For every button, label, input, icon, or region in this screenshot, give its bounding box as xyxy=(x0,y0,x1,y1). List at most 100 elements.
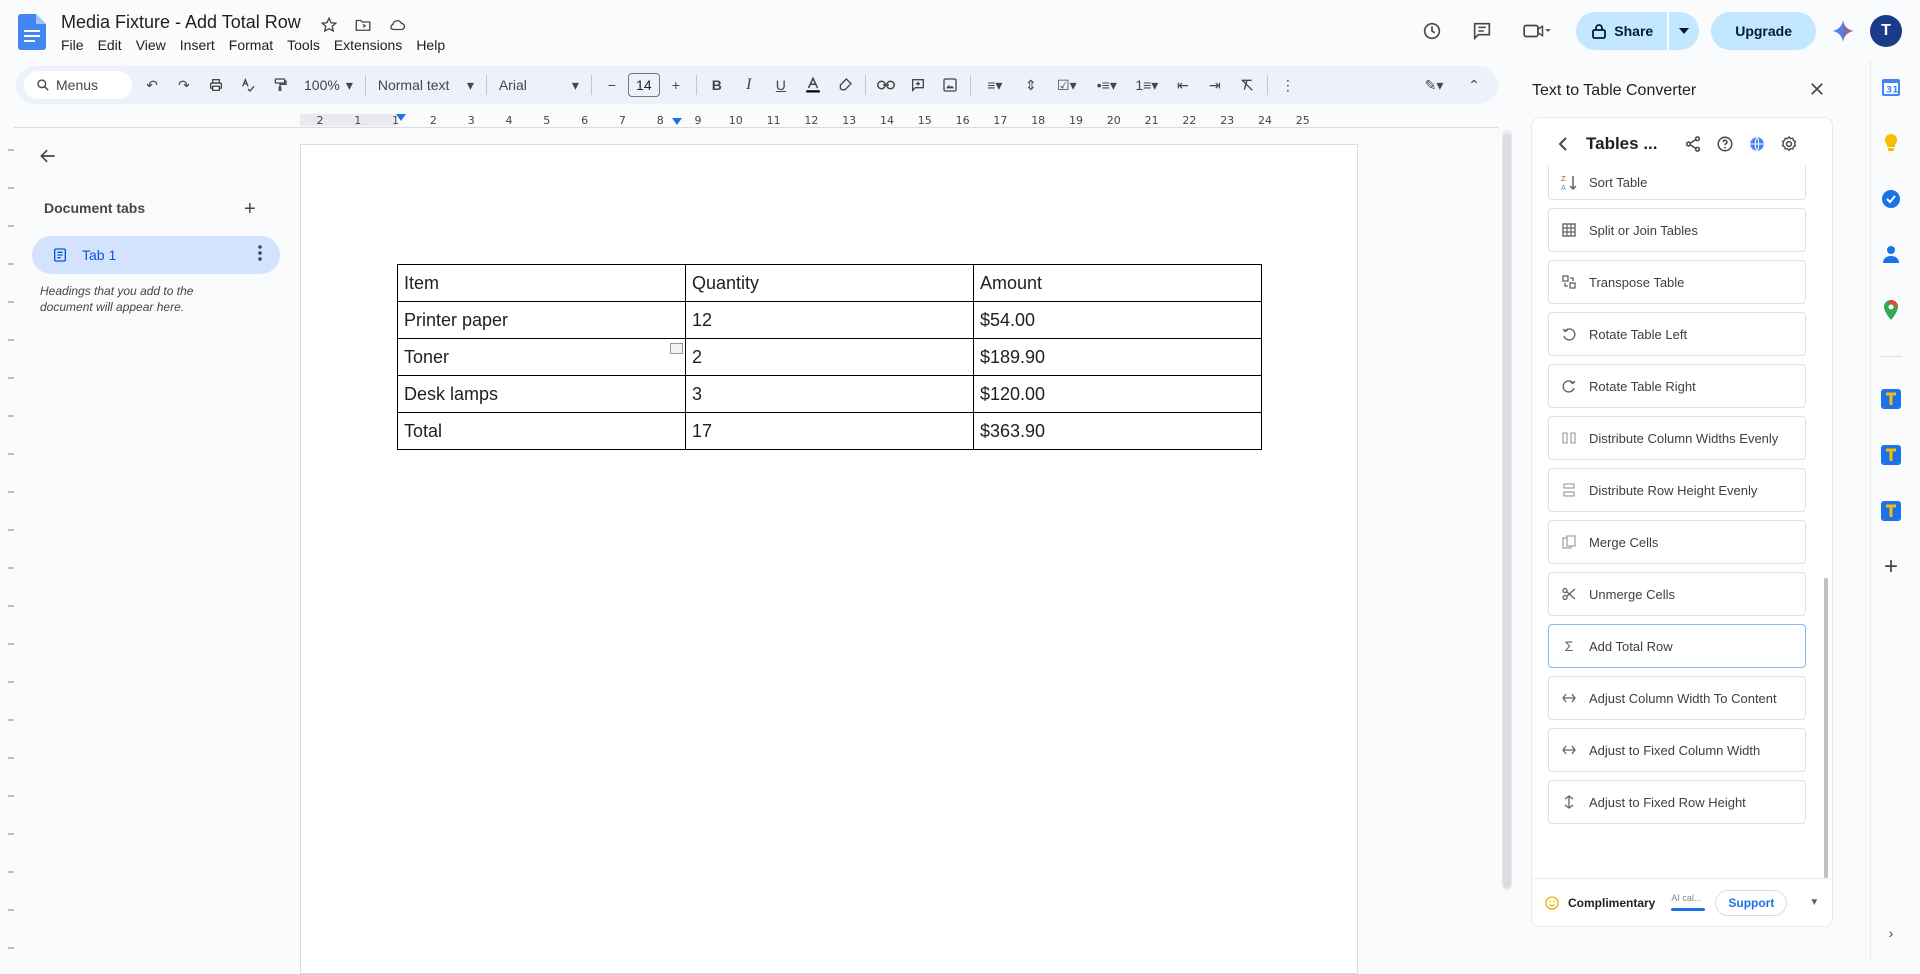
menu-tools[interactable]: Tools xyxy=(280,37,327,53)
document-table[interactable]: Item Quantity Amount Printer paper 12 $5… xyxy=(397,264,1262,450)
menu-file[interactable]: File xyxy=(54,37,91,53)
split-join-tables-button[interactable]: Split or Join Tables xyxy=(1548,208,1806,252)
add-comment-icon[interactable] xyxy=(902,71,934,99)
back-arrow-icon[interactable] xyxy=(38,146,58,166)
table-cell[interactable]: $54.00 xyxy=(973,301,1262,339)
close-icon[interactable] xyxy=(1808,80,1826,98)
clear-formatting-icon[interactable] xyxy=(1231,71,1263,99)
redo-icon[interactable]: ↷ xyxy=(168,71,200,99)
bulleted-list-icon[interactable]: •≡▾ xyxy=(1087,71,1127,99)
move-folder-icon[interactable] xyxy=(352,14,374,36)
menu-extensions[interactable]: Extensions xyxy=(327,37,409,53)
rotate-table-right-button[interactable]: Rotate Table Right xyxy=(1548,364,1806,408)
cell-dropdown-icon[interactable] xyxy=(670,343,683,354)
add-total-row-button[interactable]: Σ Add Total Row xyxy=(1548,624,1806,668)
share-icon[interactable] xyxy=(1684,135,1702,153)
chevron-left-icon[interactable] xyxy=(1558,137,1568,151)
merge-cells-button[interactable]: Merge Cells xyxy=(1548,520,1806,564)
share-dropdown-button[interactable] xyxy=(1669,12,1700,50)
insert-image-icon[interactable] xyxy=(934,71,966,99)
support-button[interactable]: Support xyxy=(1715,889,1788,916)
editing-mode-icon[interactable]: ✎▾ xyxy=(1410,71,1458,99)
increase-font-size-icon[interactable]: + xyxy=(660,71,692,99)
unmerge-cells-button[interactable]: Unmerge Cells xyxy=(1548,572,1806,616)
align-icon[interactable]: ≡▾ xyxy=(975,71,1015,99)
tab-1[interactable]: Tab 1 xyxy=(32,236,280,274)
tables-addon-icon[interactable] xyxy=(1880,444,1902,466)
text-color-icon[interactable] xyxy=(797,71,829,99)
side-panel-scrollbar[interactable] xyxy=(1824,578,1828,878)
increase-indent-icon[interactable]: ⇥ xyxy=(1199,71,1231,99)
menu-format[interactable]: Format xyxy=(222,37,280,53)
calendar-icon[interactable]: 31 xyxy=(1880,76,1902,98)
checklist-icon[interactable]: ☑▾ xyxy=(1047,71,1087,99)
table-cell[interactable]: 12 xyxy=(685,301,974,339)
menu-insert[interactable]: Insert xyxy=(173,37,222,53)
comments-icon[interactable] xyxy=(1462,11,1502,51)
add-tab-icon[interactable]: + xyxy=(244,198,256,221)
docs-logo-icon[interactable] xyxy=(18,14,46,50)
gemini-icon[interactable] xyxy=(1830,18,1856,44)
tables-addon-icon[interactable] xyxy=(1880,500,1902,522)
table-cell[interactable]: Quantity xyxy=(685,264,974,302)
menus-search[interactable]: Menus xyxy=(24,71,132,99)
tab-options-icon[interactable] xyxy=(258,245,262,261)
sort-table-button[interactable]: ZA Sort Table xyxy=(1548,166,1806,200)
help-icon[interactable] xyxy=(1716,135,1734,153)
table-cell[interactable]: 3 xyxy=(685,375,974,413)
more-options-icon[interactable]: ⋮ xyxy=(1272,71,1304,99)
style-select[interactable]: Normal text ▾ xyxy=(370,71,482,99)
decrease-font-size-icon[interactable]: − xyxy=(596,71,628,99)
table-cell[interactable]: Desk lamps xyxy=(397,375,686,413)
document-scrollbar-thumb[interactable] xyxy=(1503,134,1511,888)
undo-icon[interactable]: ↶ xyxy=(136,71,168,99)
table-cell[interactable]: Total xyxy=(397,412,686,450)
footer-caret-down-icon[interactable]: ▼ xyxy=(1809,897,1819,908)
distribute-column-widths-button[interactable]: Distribute Column Widths Evenly xyxy=(1548,416,1806,460)
table-cell[interactable]: 17 xyxy=(685,412,974,450)
italic-icon[interactable]: I xyxy=(733,71,765,99)
share-button[interactable]: Share xyxy=(1576,12,1668,50)
adjust-fixed-column-width-button[interactable]: Adjust to Fixed Column Width xyxy=(1548,728,1806,772)
upgrade-button[interactable]: Upgrade xyxy=(1711,12,1816,50)
paint-format-icon[interactable] xyxy=(264,71,296,99)
table-cell[interactable]: Item xyxy=(397,264,686,302)
rotate-table-left-button[interactable]: Rotate Table Left xyxy=(1548,312,1806,356)
menu-view[interactable]: View xyxy=(129,37,173,53)
bold-icon[interactable]: B xyxy=(701,71,733,99)
line-spacing-icon[interactable]: ⇕ xyxy=(1015,71,1047,99)
table-cell[interactable]: $363.90 xyxy=(973,412,1262,450)
adjust-fixed-row-height-button[interactable]: Adjust to Fixed Row Height xyxy=(1548,780,1806,824)
keep-icon[interactable] xyxy=(1880,132,1902,154)
decrease-indent-icon[interactable]: ⇤ xyxy=(1167,71,1199,99)
expand-rail-icon[interactable]: › xyxy=(1880,922,1902,944)
table-cell[interactable]: Amount xyxy=(973,264,1262,302)
link-icon[interactable] xyxy=(870,71,902,99)
menu-help[interactable]: Help xyxy=(409,37,452,53)
numbered-list-icon[interactable]: 1≡▾ xyxy=(1127,71,1167,99)
globe-icon[interactable] xyxy=(1748,135,1766,153)
tables-addon-icon[interactable] xyxy=(1880,388,1902,410)
spellcheck-icon[interactable] xyxy=(232,71,264,99)
font-size-input[interactable]: 14 xyxy=(627,73,660,97)
zoom-select[interactable]: 100% ▾ xyxy=(296,71,361,99)
table-cell[interactable]: 2 xyxy=(685,338,974,376)
table-cell[interactable]: $120.00 xyxy=(973,375,1262,413)
contacts-icon[interactable] xyxy=(1880,243,1902,265)
transpose-table-button[interactable]: Transpose Table xyxy=(1548,260,1806,304)
table-cell[interactable]: $189.90 xyxy=(973,338,1262,376)
adjust-column-width-to-content-button[interactable]: Adjust Column Width To Content xyxy=(1548,676,1806,720)
meet-icon[interactable] xyxy=(1512,11,1562,51)
document-title[interactable]: Media Fixture - Add Total Row xyxy=(61,12,301,33)
table-cell-with-dropdown[interactable]: Toner xyxy=(397,338,686,376)
tasks-icon[interactable] xyxy=(1880,188,1902,210)
maps-icon[interactable] xyxy=(1880,299,1902,321)
highlight-icon[interactable] xyxy=(829,71,861,99)
add-addon-icon[interactable]: + xyxy=(1880,553,1902,580)
star-icon[interactable] xyxy=(318,14,340,36)
collapse-toolbar-icon[interactable]: ⌃ xyxy=(1458,71,1490,99)
print-icon[interactable] xyxy=(200,71,232,99)
table-cell[interactable]: Printer paper xyxy=(397,301,686,339)
font-select[interactable]: Arial ▾ xyxy=(491,71,587,99)
menu-edit[interactable]: Edit xyxy=(91,37,129,53)
